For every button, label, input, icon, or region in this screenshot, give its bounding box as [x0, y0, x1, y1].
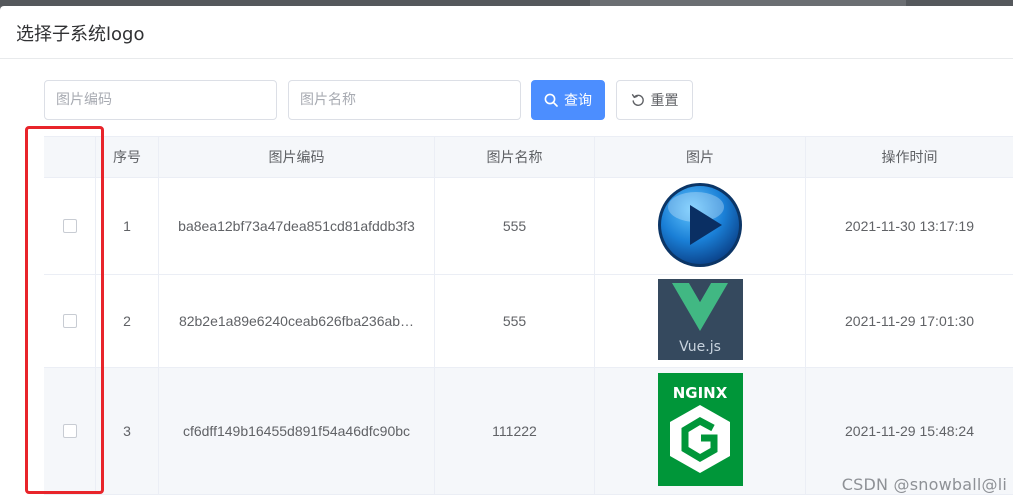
header-code: 图片编码	[159, 137, 435, 177]
image-code-input[interactable]	[45, 81, 256, 119]
header-name: 图片名称	[435, 137, 595, 177]
select-cell	[44, 368, 96, 494]
select-cell	[44, 275, 96, 367]
name-cell: 555	[435, 275, 595, 367]
reset-button[interactable]: 重置	[616, 80, 693, 120]
query-button-label: 查询	[564, 93, 592, 109]
logo-table: 序号 图片编码 图片名称 图片 操作时间 1 ba8ea12bf73a47dea…	[44, 136, 1013, 495]
name-cell: 111222	[435, 368, 595, 494]
select-cell	[44, 178, 96, 274]
image-cell: Vue.js	[595, 275, 806, 367]
table-row[interactable]: 2 82b2e1a89e6240ceab626fba236ab… 555 Vue…	[44, 275, 1013, 368]
nginx-logo: NGINX	[657, 373, 743, 489]
row-checkbox[interactable]	[62, 424, 77, 438]
header-index: 序号	[96, 137, 159, 177]
dialog-title: 选择子系统logo	[16, 24, 145, 45]
dialog-header: 选择子系统logo	[0, 6, 1013, 59]
image-cell	[595, 178, 806, 274]
image-name-input[interactable]	[289, 81, 500, 119]
time-cell: 2021-11-30 13:17:19	[845, 218, 974, 234]
time-cell: 2021-11-29 17:01:30	[845, 313, 974, 329]
row-checkbox[interactable]	[62, 314, 77, 328]
image-cell: NGINX	[595, 368, 806, 494]
name-cell: 555	[435, 178, 595, 274]
index-cell: 2	[96, 275, 159, 367]
code-text: 82b2e1a89e6240ceab626fba236ab…	[178, 313, 415, 329]
header-image: 图片	[595, 137, 806, 177]
query-button[interactable]: 查询	[531, 80, 605, 120]
code-text: cf6dff149b16455d891f54a46dfc90bc	[182, 423, 411, 439]
search-bar: 查询 重置	[0, 80, 1013, 120]
refresh-icon	[631, 93, 645, 107]
csdn-watermark: CSDN @snowball@li	[841, 475, 1007, 494]
vuejs-logo: Vue.js	[657, 279, 743, 363]
code-cell: 82b2e1a89e6240ceab626fba236ab…	[159, 275, 435, 367]
vuejs-logo-text: Vue.js	[679, 339, 721, 355]
play-button-logo	[656, 181, 744, 272]
header-time: 操作时间	[881, 150, 938, 166]
index-cell: 3	[96, 368, 159, 494]
image-code-field[interactable]	[44, 80, 277, 120]
index-cell: 1	[96, 178, 159, 274]
code-cell: ba8ea12bf73a47dea851cd81afddb3f3	[159, 178, 435, 274]
reset-button-label: 重置	[650, 93, 679, 109]
table-header-row: 序号 图片编码 图片名称 图片 操作时间	[44, 137, 1013, 178]
table-row[interactable]: 1 ba8ea12bf73a47dea851cd81afddb3f3 555 2…	[44, 178, 1013, 275]
code-text: ba8ea12bf73a47dea851cd81afddb3f3	[178, 218, 415, 234]
header-select-cell	[44, 137, 96, 177]
image-name-field[interactable]	[288, 80, 521, 120]
code-cell: cf6dff149b16455d891f54a46dfc90bc	[159, 368, 435, 494]
row-checkbox[interactable]	[62, 219, 77, 233]
search-icon	[544, 93, 558, 107]
nginx-logo-text: NGINX	[672, 384, 727, 402]
